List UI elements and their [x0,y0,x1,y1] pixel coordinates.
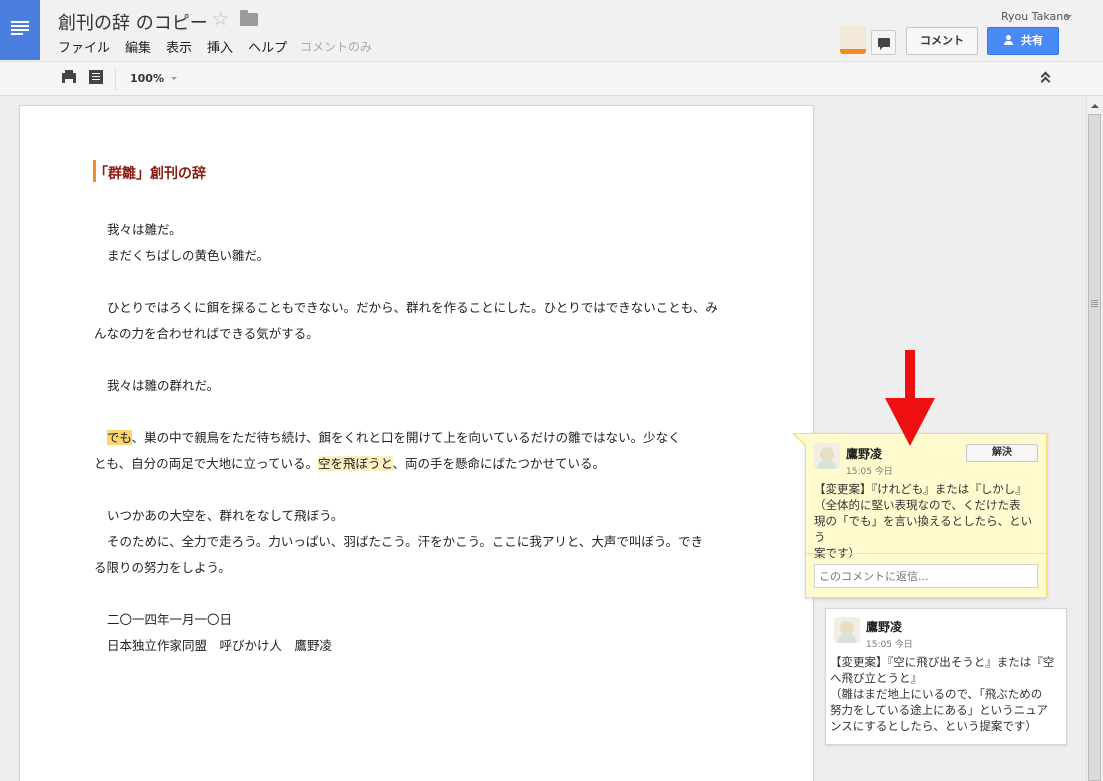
commented-text-1[interactable]: でも [107,430,132,445]
annotation-arrow-shaft [905,350,915,400]
paragraph-line: まだくちばしの黄色い雛だ。 [107,248,270,263]
menu-edit[interactable]: 編集 [125,37,151,56]
comment-author: 鷹野凌 [846,447,883,461]
person-icon [1003,35,1015,45]
chat-icon [878,38,890,50]
comment-time: 15:05 今日 [866,640,913,650]
paint-format-icon[interactable] [89,70,103,84]
scroll-up-icon[interactable] [1091,104,1099,108]
user-name[interactable]: Ryou Takano [1001,10,1070,23]
paragraph-line: 我々は雛の群れだ。 [107,378,220,393]
paragraph-line: いつかあの大空を、群れをなして飛ぼう。 [107,508,344,523]
avatar [814,443,840,469]
paragraph-line: でも、巣の中で親鳥をただ待ち続け、餌をくれと口を開けて上を向いているだけの雛では… [107,430,681,445]
comment-body: 【変更案】『けれども』または『しかし』 （全体的に堅い表現なので、くだけた表 現… [814,482,1033,560]
scrollbar-grip-icon [1091,300,1098,301]
comment-author: 鷹野凌 [866,620,903,634]
menu-help[interactable]: ヘルプ [248,37,287,56]
document-title[interactable]: 創刊の辞 のコピー [58,9,208,35]
header: 創刊の辞 のコピー ☆ ファイル 編集 表示 挿入 ヘルプ コメントのみ Ryo… [0,0,1103,61]
comment-button[interactable]: コメント [906,27,978,55]
commented-text-2[interactable]: 空を飛ぼうと [318,456,393,471]
user-avatar[interactable] [840,26,866,54]
toolbar: 100% [0,61,1103,96]
share-label: 共有 [1021,34,1043,47]
zoom-caret-icon[interactable] [171,77,177,80]
scrollbar-thumb[interactable] [1088,114,1101,781]
annotation-arrow-head [885,398,935,446]
star-icon[interactable]: ☆ [212,8,229,30]
reply-input[interactable] [814,564,1038,588]
print-icon[interactable] [62,70,76,83]
comment-divider [806,553,1046,554]
paragraph-line: とも、自分の両足で大地に立っている。空を飛ぼうと、両の手を懸命にばたつかせている… [94,456,606,471]
paragraph-line: そのために、全力で走ろう。力いっぱい、羽ばたこう。汗をかこう。ここに我アリと、大… [107,534,704,549]
docs-logo-icon[interactable] [0,0,40,60]
comment-time: 15:05 今日 [846,467,893,477]
menu-bar: ファイル 編集 表示 挿入 ヘルプ [58,37,287,56]
paragraph-line: る限りの努力をしよう。 [94,560,231,575]
chat-button[interactable] [871,30,896,55]
paragraph-line: 我々は雛だ。 [107,222,182,237]
avatar [834,617,860,643]
user-menu-caret-icon[interactable] [1064,15,1072,19]
share-button[interactable]: 共有 [987,27,1059,55]
toolbar-divider [115,68,116,90]
menu-view[interactable]: 表示 [166,37,192,56]
comment-pointer-inner [795,434,807,446]
paragraph-line: んなの力を合わせればできる気がする。 [94,326,319,341]
comment-body: 【変更案】『空に飛び出そうと』または『空 へ飛び立とうと』 （雛はまだ地上にいる… [830,655,1055,733]
date-line: 二〇一四年一月一〇日 [107,612,233,627]
mode-label: コメントのみ [300,40,373,54]
folder-icon[interactable] [240,10,258,26]
zoom-select[interactable]: 100% [130,72,164,85]
menu-insert[interactable]: 挿入 [207,37,233,56]
signature-line: 日本独立作家同盟 呼びかけ人 鷹野凌 [107,638,333,653]
resolve-button[interactable]: 解決 [966,444,1038,462]
paragraph-line: ひとりではろくに餌を採ることもできない。だから、群れを作ることにした。ひとりでは… [107,300,718,315]
document-heading: 「群雛」創刊の辞 [94,166,206,182]
collapse-icon[interactable] [1040,71,1052,87]
menu-file[interactable]: ファイル [58,37,110,56]
